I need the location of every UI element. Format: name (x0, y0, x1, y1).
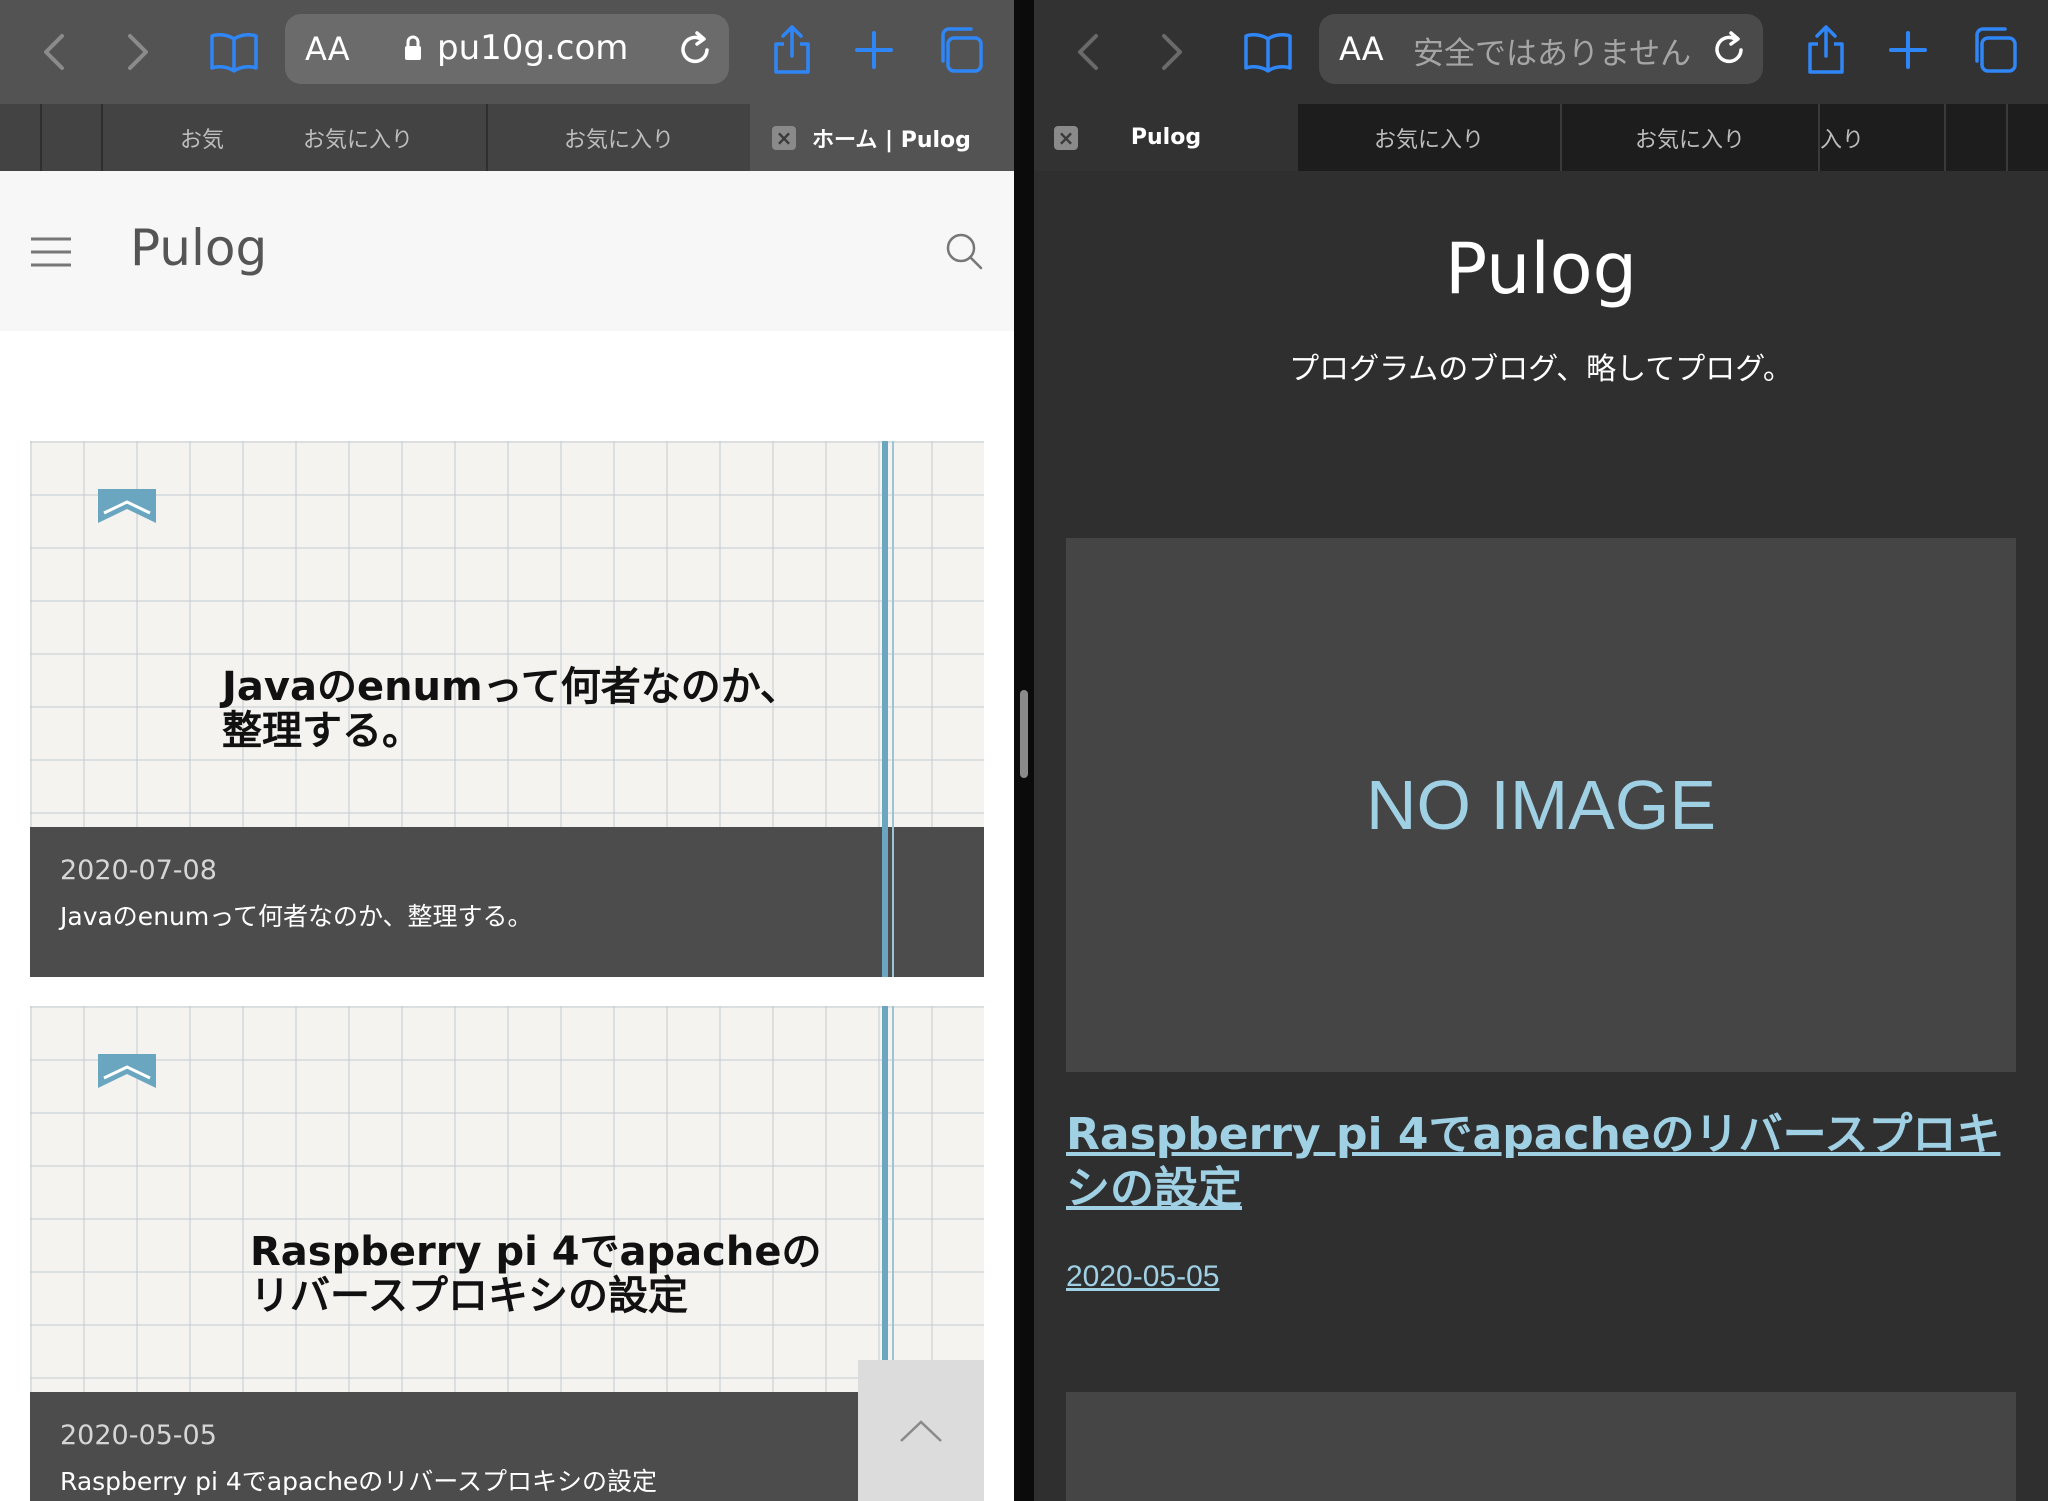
left-browser-pane: AA pu10g.com お気 お気に入り お気に入り × ホーム | Pulo… (0, 0, 1014, 1501)
tab-label: ホーム | Pulog (812, 127, 971, 153)
new-tab-icon[interactable] (1886, 26, 1930, 74)
back-icon[interactable] (36, 28, 72, 76)
search-icon[interactable] (944, 231, 984, 275)
post-thumbnail[interactable]: Raspberry pi 4でapacheの リバースプロキシの設定 (30, 1006, 984, 1392)
tab-favorites-3[interactable]: 入り (1820, 104, 1932, 171)
right-browser-pane: AA 安全ではありません × Pulog お気に入り お気に入り 入り Pulo… (1034, 0, 2048, 1501)
browser-toolbar: AA pu10g.com (0, 0, 1014, 104)
ribbon-icon (98, 1054, 156, 1092)
reader-aa-button[interactable]: AA (305, 30, 350, 68)
tab-favorites-3[interactable]: お気に入り (488, 104, 750, 171)
post-card[interactable]: Javaのenumって何者なのか、 整理する。 2020-07-08 Javaの… (30, 441, 984, 977)
tab-bar: お気 お気に入り お気に入り × ホーム | Pulog (0, 104, 1014, 171)
tab-favorites-2[interactable]: お気に入り (1562, 104, 1818, 171)
back-icon[interactable] (1070, 28, 1106, 76)
close-tab-icon[interactable]: × (772, 126, 796, 150)
reload-icon[interactable] (1711, 30, 1747, 72)
close-tab-icon[interactable]: × (1054, 126, 1078, 150)
tab-bar: × Pulog お気に入り お気に入り 入り (1034, 104, 2048, 171)
no-image-label: NO IMAGE (1365, 766, 1717, 844)
reload-icon[interactable] (677, 30, 713, 72)
reader-aa-button[interactable]: AA (1339, 30, 1384, 68)
tab-favorites-1[interactable]: お気に入り (1298, 104, 1560, 171)
browser-toolbar: AA 安全ではありません (1034, 0, 2048, 104)
share-icon[interactable] (1800, 20, 1852, 80)
tab-pulog[interactable]: × Pulog (1034, 104, 1298, 171)
chevron-up-icon (898, 1418, 944, 1448)
post-thumbnail[interactable]: Javaのenumって何者なのか、 整理する。 (30, 441, 984, 827)
post-title[interactable]: Raspberry pi 4でapacheのリバースプロキシの設定 (60, 1462, 657, 1498)
site-title[interactable]: Pulog (1034, 228, 2048, 310)
post-date: 2020-05-05 (60, 1420, 217, 1451)
thumbnail-title: Javaのenumって何者なのか、 整理する。 (222, 664, 800, 754)
address-bar[interactable]: AA 安全ではありません (1319, 14, 1763, 84)
post-thumbnail-placeholder[interactable]: NO IMAGE (1066, 538, 2016, 1072)
post-date: 2020-07-08 (60, 855, 217, 886)
post-title-link[interactable]: Raspberry pi 4でapacheのリバースプロキ シの設定 (1066, 1108, 2026, 1216)
post-card[interactable]: Raspberry pi 4でapacheの リバースプロキシの設定 2020-… (30, 1006, 984, 1501)
tab-favorites-1[interactable]: お気 (180, 104, 230, 171)
not-secure-label: 安全ではありません (1413, 36, 1692, 72)
tabs-overview-icon[interactable] (934, 24, 986, 76)
forward-icon[interactable] (1154, 28, 1190, 76)
back-to-top-button[interactable] (858, 1360, 984, 1501)
tab-home-pulog[interactable]: × ホーム | Pulog (750, 104, 1014, 171)
post-caption: 2020-07-08 Javaのenumって何者なのか、整理する。 (30, 827, 984, 977)
post-caption: 2020-05-05 Raspberry pi 4でapacheのリバースプロキ… (30, 1392, 984, 1501)
address-bar[interactable]: AA pu10g.com (285, 14, 729, 84)
bookmarks-icon[interactable] (1240, 28, 1296, 76)
site-title[interactable]: Pulog (130, 219, 267, 277)
lock-icon (403, 34, 423, 66)
share-icon[interactable] (766, 20, 818, 80)
split-view-handle[interactable] (1020, 690, 1028, 778)
site-header: Pulog (0, 171, 1014, 331)
hamburger-menu-icon[interactable] (30, 237, 72, 271)
next-post-thumbnail[interactable] (1066, 1392, 2016, 1501)
tab-label: Pulog (1130, 125, 1202, 150)
post-title[interactable]: Javaのenumって何者なのか、整理する。 (60, 897, 532, 933)
tabs-overview-icon[interactable] (1968, 24, 2020, 76)
url-host: pu10g.com (437, 28, 629, 68)
thumbnail-title: Raspberry pi 4でapacheの リバースプロキシの設定 (250, 1229, 822, 1319)
post-date-link[interactable]: 2020-05-05 (1066, 1260, 1219, 1294)
ribbon-icon (98, 489, 156, 527)
forward-icon[interactable] (120, 28, 156, 76)
new-tab-icon[interactable] (852, 26, 896, 74)
bookmarks-icon[interactable] (206, 28, 262, 76)
site-tagline: プログラムのブログ、略してプログ。 (1289, 352, 1793, 387)
tab-favorites-2[interactable]: お気に入り (230, 104, 486, 171)
